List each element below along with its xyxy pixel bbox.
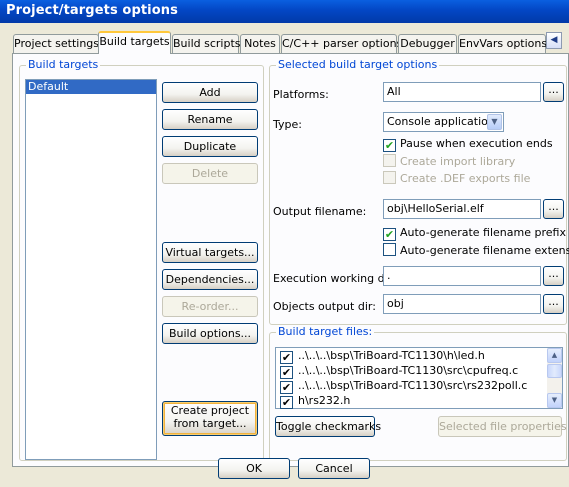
checkbox-icon bbox=[383, 243, 396, 256]
auto-generate-extension-checkbox[interactable]: Auto-generate filename extension bbox=[383, 243, 569, 257]
checkbox-checked-icon: ✔ bbox=[383, 228, 396, 241]
output-filename-browse-button[interactable]: ... bbox=[543, 199, 564, 219]
list-item[interactable]: ✔ h\rs232.h bbox=[276, 393, 562, 409]
build-targets-group: Build targets Default Add Rename Duplica… bbox=[19, 58, 264, 461]
selected-target-options-label: Selected build target options bbox=[276, 58, 440, 71]
create-import-library-checkbox[interactable]: Create import library bbox=[383, 154, 515, 168]
platforms-browse-button[interactable]: ... bbox=[543, 82, 564, 102]
output-filename-field[interactable]: obj\HelloSerial.elf bbox=[383, 199, 541, 219]
type-label: Type: bbox=[273, 118, 302, 131]
tab-notes[interactable]: Notes bbox=[240, 34, 280, 53]
dialog-body: Project settings Build targets Build scr… bbox=[0, 23, 569, 487]
scroll-down-icon[interactable]: ▼ bbox=[547, 393, 562, 408]
checkbox-checked-icon: ✔ bbox=[383, 139, 396, 152]
duplicate-button[interactable]: Duplicate bbox=[162, 136, 258, 157]
checkbox-checked-icon[interactable]: ✔ bbox=[280, 396, 293, 409]
checkbox-icon bbox=[383, 171, 396, 184]
tab-panel: Build targets Default Add Rename Duplica… bbox=[12, 53, 569, 467]
selected-file-properties-button[interactable]: Selected file properties bbox=[438, 416, 567, 437]
checkbox-icon bbox=[383, 154, 396, 167]
tab-project-settings[interactable]: Project settings bbox=[13, 34, 99, 53]
window-title: Project/targets options bbox=[6, 3, 178, 18]
build-targets-group-label: Build targets bbox=[26, 58, 101, 71]
create-project-from-target-button[interactable]: Create project from target... bbox=[162, 401, 258, 436]
scroll-up-icon[interactable]: ▲ bbox=[547, 348, 562, 363]
build-target-files-label: Build target files: bbox=[276, 325, 375, 338]
tab-build-targets[interactable]: Build targets bbox=[98, 31, 171, 54]
objects-dir-browse-button[interactable]: ... bbox=[543, 294, 564, 314]
list-item[interactable]: ✔ ..\..\..\bsp\TriBoard-TC1130\src\cpufre… bbox=[276, 363, 562, 379]
add-button[interactable]: Add bbox=[162, 82, 258, 103]
platforms-field[interactable]: All bbox=[383, 82, 541, 102]
build-target-files-list[interactable]: ✔ ..\..\..\bsp\TriBoard-TC1130\h\led.h ✔.… bbox=[275, 347, 563, 409]
delete-button[interactable]: Delete bbox=[162, 163, 258, 184]
reorder-button[interactable]: Re-order... bbox=[162, 296, 258, 317]
list-item[interactable]: ✔ ..\..\..\bsp\TriBoard-TC1130\src\rs232p… bbox=[276, 378, 562, 394]
files-scrollbar[interactable]: ▲ ▼ bbox=[547, 348, 562, 408]
list-item[interactable]: Default bbox=[26, 80, 156, 94]
objects-dir-field[interactable]: obj bbox=[383, 294, 541, 314]
list-item[interactable]: ✔ ..\..\..\bsp\TriBoard-TC1130\h\led.h bbox=[276, 348, 562, 364]
virtual-targets-button[interactable]: Virtual targets... bbox=[162, 242, 258, 263]
tab-build-scripts[interactable]: Build scripts bbox=[172, 34, 241, 53]
ok-button[interactable]: OK bbox=[218, 458, 290, 479]
tab-scroll-left-icon[interactable]: ◀ bbox=[546, 32, 562, 49]
platforms-label: Platforms: bbox=[273, 88, 329, 101]
tab-envvars-options[interactable]: EnvVars options bbox=[458, 34, 547, 53]
execution-dir-browse-button[interactable]: ... bbox=[543, 266, 564, 286]
pause-when-execution-ends-checkbox[interactable]: ✔ Pause when execution ends bbox=[383, 137, 553, 152]
output-filename-label: Output filename: bbox=[273, 205, 367, 218]
chevron-down-icon[interactable]: ▼ bbox=[487, 114, 502, 130]
create-def-exports-checkbox[interactable]: Create .DEF exports file bbox=[383, 171, 530, 185]
build-target-files-group: Build target files: ✔ ..\..\..\bsp\TriBoa… bbox=[269, 325, 567, 461]
build-options-button[interactable]: Build options... bbox=[162, 323, 258, 344]
tab-debugger[interactable]: Debugger bbox=[398, 34, 457, 53]
tab-parser-options[interactable]: C/C++ parser options bbox=[281, 34, 402, 53]
objects-dir-label: Objects output dir: bbox=[273, 300, 376, 313]
execution-dir-field[interactable]: . bbox=[383, 266, 541, 286]
toggle-checkmarks-button[interactable]: Toggle checkmarks bbox=[275, 416, 381, 437]
selected-target-options-group: Selected build target options Platforms:… bbox=[269, 58, 569, 325]
scrollbar-thumb[interactable] bbox=[547, 364, 562, 378]
execution-dir-label: Execution working dir: bbox=[273, 272, 396, 285]
auto-generate-prefix-checkbox[interactable]: ✔ Auto-generate filename prefix bbox=[383, 226, 566, 241]
type-select[interactable]: Console application ▼ bbox=[383, 112, 504, 132]
title-bar: Project/targets options bbox=[0, 0, 569, 23]
build-targets-list[interactable]: Default bbox=[25, 79, 157, 460]
dependencies-button[interactable]: Dependencies... bbox=[162, 269, 258, 290]
rename-button[interactable]: Rename bbox=[162, 109, 258, 130]
cancel-button[interactable]: Cancel bbox=[298, 458, 370, 479]
